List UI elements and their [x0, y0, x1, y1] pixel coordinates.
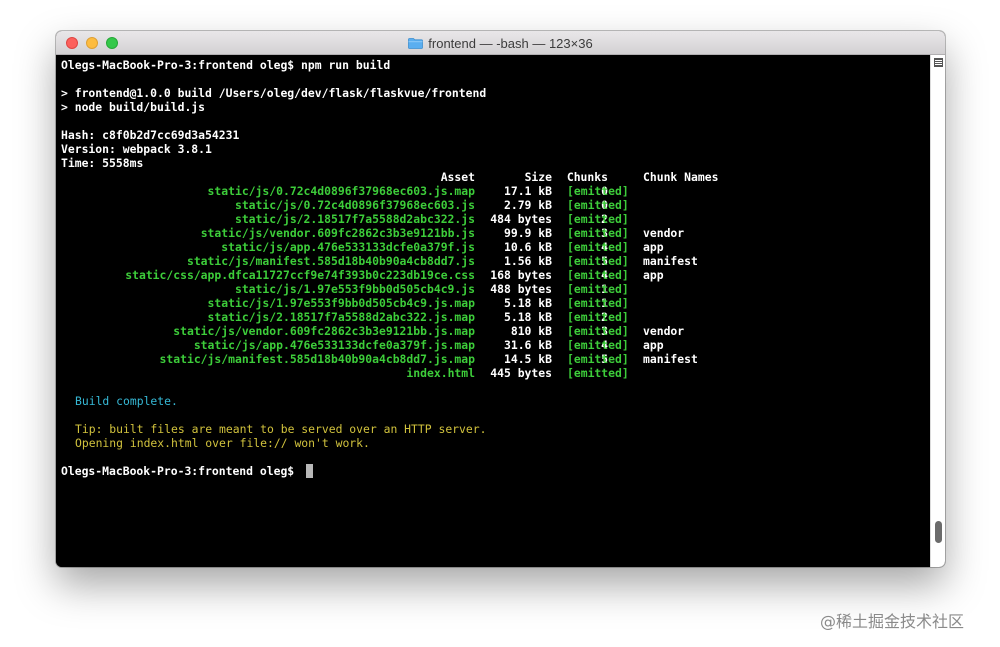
emitted-cell: [emitted] [567, 310, 629, 324]
text-cursor [306, 464, 313, 478]
emitted-cell: [emitted] [567, 240, 629, 254]
final-prompt: Olegs-MacBook-Pro-3:frontend oleg$ [61, 464, 302, 478]
time-value: 5558ms [102, 156, 144, 170]
chunk-name-cell: app [643, 268, 664, 282]
asset-column-header: Asset [440, 170, 475, 184]
emitted-cell: [emitted] [567, 352, 629, 366]
asset-cell: static/js/1.97e553f9bb0d505cb4c9.js.map [207, 296, 475, 310]
emitted-cell: [emitted] [567, 254, 629, 268]
terminal-window: frontend — -bash — 123×36 Olegs-MacBook-… [56, 31, 945, 567]
window-title-group: frontend — -bash — 123×36 [56, 31, 945, 55]
chunk-name-cell: manifest [643, 254, 698, 268]
scroll-thumb[interactable] [935, 521, 942, 543]
version-line: Version: webpack 3.8.1 [61, 142, 212, 156]
version-value: 3.8.1 [177, 142, 212, 156]
script-line: > node build/build.js [61, 100, 206, 114]
script-line: > frontend@1.0.0 build /Users/oleg/dev/f… [61, 86, 487, 100]
hash-line: Hash: c8f0b2d7cc69d3a54231 [61, 128, 239, 142]
asset-cell: static/js/0.72c4d0896f37968ec603.js.map [207, 184, 475, 198]
folder-icon [408, 37, 424, 49]
emitted-cell: [emitted] [567, 226, 629, 240]
emitted-cell: [emitted] [567, 184, 629, 198]
asset-cell: static/css/app.dfca11727ccf9e74f393b0c22… [125, 268, 475, 282]
asset-cell: static/js/2.18517f7a5588d2abc322.js.map [207, 310, 475, 324]
window-title: frontend — -bash — 123×36 [428, 35, 593, 51]
emitted-cell: [emitted] [567, 296, 629, 310]
emitted-cell: [emitted] [567, 324, 629, 338]
asset-cell: static/js/manifest.585d18b40b90a4cb8dd7.… [159, 352, 475, 366]
title-bar[interactable]: frontend — -bash — 123×36 [56, 31, 945, 55]
size-cell: 445 bytes [490, 366, 552, 380]
emitted-cell: [emitted] [567, 338, 629, 352]
size-cell: 17.1 kB [503, 184, 552, 198]
asset-cell: static/js/manifest.585d18b40b90a4cb8dd7.… [186, 254, 475, 268]
chunk-names-column-header: Chunk Names [643, 170, 719, 184]
asset-cell: static/js/0.72c4d0896f37968ec603.js [234, 198, 475, 212]
tip-message-line: Opening index.html over file:// won't wo… [75, 436, 370, 450]
size-cell: 1.56 kB [503, 254, 552, 268]
asset-cell: static/js/vendor.609fc2862c3b3e9121bb.js [200, 226, 475, 240]
hash-label: Hash: [61, 128, 103, 142]
command-prompt-line: Olegs-MacBook-Pro-3:frontend oleg$ npm r… [61, 58, 391, 72]
vertical-scrollbar[interactable] [930, 55, 945, 567]
asset-cell: static/js/vendor.609fc2862c3b3e9121bb.js… [173, 324, 475, 338]
asset-cell: static/js/1.97e553f9bb0d505cb4c9.js [234, 282, 475, 296]
asset-cell: static/js/app.476e533133dcfe0a379f.js [221, 240, 475, 254]
emitted-cell: [emitted] [567, 198, 629, 212]
terminal-output[interactable]: Olegs-MacBook-Pro-3:frontend oleg$ npm r… [56, 55, 930, 567]
split-pane-icon[interactable] [934, 58, 943, 67]
size-cell: 14.5 kB [503, 352, 552, 366]
size-column-header: Size [524, 170, 552, 184]
asset-cell: index.html [406, 366, 475, 380]
chunk-name-cell: vendor [643, 226, 685, 240]
emitted-cell: [emitted] [567, 282, 629, 296]
size-cell: 484 bytes [490, 212, 552, 226]
size-cell: 2.79 kB [503, 198, 552, 212]
chunk-name-cell: vendor [643, 324, 685, 338]
time-line: Time: 5558ms [61, 156, 143, 170]
chunk-name-cell: app [643, 240, 664, 254]
hash-value: c8f0b2d7cc69d3a54231 [102, 128, 240, 142]
watermark: @稀土掘金技术社区 [820, 612, 965, 631]
emitted-cell: [emitted] [567, 268, 629, 282]
chunk-name-cell: manifest [643, 352, 698, 366]
asset-cell: static/js/app.476e533133dcfe0a379f.js.ma… [193, 338, 475, 352]
asset-cell: static/js/2.18517f7a5588d2abc322.js [234, 212, 475, 226]
chunks-column-header: Chunks [566, 170, 608, 184]
time-label: Time: [61, 156, 103, 170]
size-cell: 488 bytes [490, 282, 552, 296]
version-label: Version: webpack [61, 142, 178, 156]
chunk-name-cell: app [643, 338, 664, 352]
size-cell: 5.18 kB [503, 310, 552, 324]
size-cell: 10.6 kB [503, 240, 552, 254]
build-complete-message: Build complete. [75, 394, 178, 408]
size-cell: 99.9 kB [503, 226, 552, 240]
size-cell: 31.6 kB [503, 338, 552, 352]
emitted-cell: [emitted] [567, 212, 629, 226]
size-cell: 810 kB [510, 324, 552, 338]
size-cell: 168 bytes [490, 268, 552, 282]
tip-message-line: Tip: built files are meant to be served … [75, 422, 487, 436]
emitted-cell: [emitted] [567, 366, 629, 380]
size-cell: 5.18 kB [503, 296, 552, 310]
